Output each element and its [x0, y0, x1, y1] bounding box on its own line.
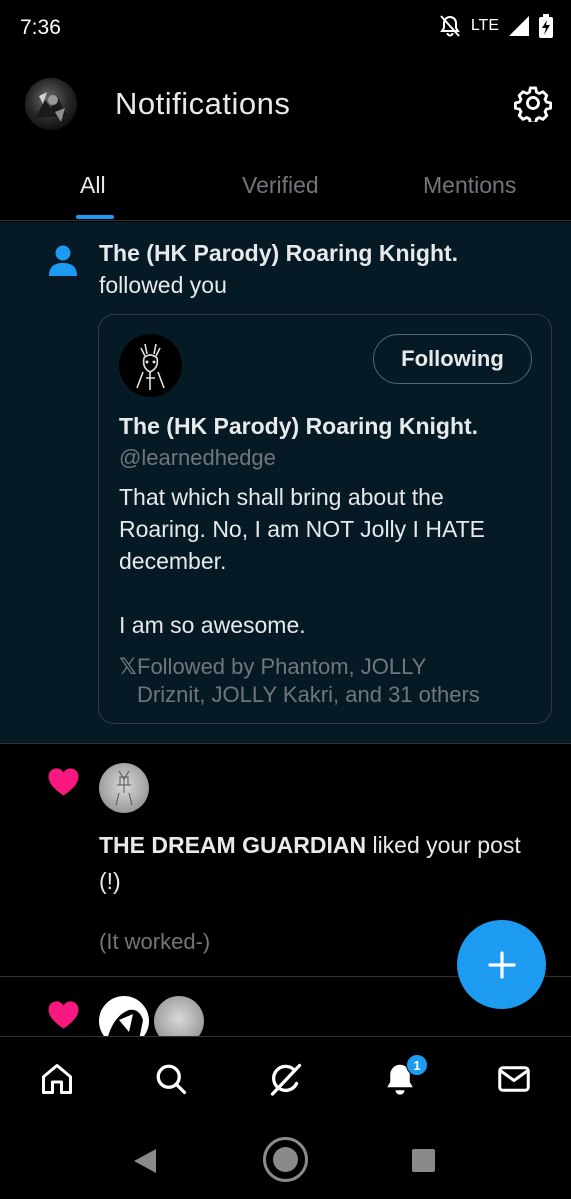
recents-icon[interactable] [412, 1149, 435, 1172]
followed-by-line2: Driznit, JOLLY Kakri, and 31 others [137, 682, 480, 707]
tab-all[interactable]: All [80, 172, 106, 199]
header: Notifications [0, 60, 571, 150]
user-card-avatar[interactable] [119, 334, 182, 397]
back-icon[interactable] [132, 1148, 158, 1174]
nav-grok[interactable] [268, 1061, 304, 1097]
followed-by-summary[interactable]: 𝕏Followed by Phantom, JOLLY Driznit, JOL… [119, 653, 539, 709]
profile-avatar[interactable] [25, 78, 77, 130]
heart-icon [48, 1001, 79, 1029]
home-circle-icon [273, 1147, 298, 1172]
plus-icon [487, 950, 516, 979]
tab-verified[interactable]: Verified [242, 172, 319, 199]
like-action-text: liked your post [366, 832, 521, 858]
active-tab-indicator [76, 215, 114, 219]
avatar-image [136, 343, 165, 390]
heart-icon [48, 768, 79, 796]
search-icon [156, 1064, 187, 1095]
user-card-bio: That which shall bring about the Roaring… [119, 484, 485, 638]
person-icon [49, 245, 77, 276]
compose-button[interactable] [457, 920, 546, 1009]
liker-avatar[interactable] [154, 996, 204, 1036]
gear-icon [514, 86, 552, 125]
screen: 7:36 LTE Notifications All Verified Ment… [0, 0, 571, 1199]
avatar-image [35, 92, 67, 122]
status-bar: 7:36 LTE [0, 0, 571, 60]
status-time: 7:36 [20, 16, 61, 39]
nav-messages[interactable] [496, 1061, 532, 1097]
home-icon [42, 1064, 72, 1094]
user-card-name[interactable]: The (HK Parody) Roaring Knight. [119, 413, 478, 440]
notifications-off-icon [439, 15, 460, 37]
follow-notification[interactable]: The (HK Parody) Roaring Knight. followed… [0, 222, 571, 744]
followed-by-line1: Followed by Phantom, JOLLY [137, 654, 427, 679]
system-nav-bar [0, 1120, 571, 1199]
user-card[interactable]: Following The (HK Parody) Roaring Knight… [98, 314, 552, 724]
signal-icon [509, 16, 529, 36]
grok-icon [270, 1063, 302, 1096]
bottom-nav: 1 [0, 1036, 571, 1120]
messages-icon [498, 1066, 530, 1092]
tab-mentions[interactable]: Mentions [423, 172, 516, 199]
follower-name[interactable]: The (HK Parody) Roaring Knight. [99, 240, 458, 267]
settings-button[interactable] [514, 84, 552, 125]
notification-count-badge: 1 [406, 1054, 428, 1076]
home-system-button[interactable] [263, 1137, 308, 1182]
liker-avatar[interactable] [99, 996, 149, 1036]
following-button[interactable]: Following [373, 334, 532, 384]
liked-post-line2: (It worked-) [99, 929, 211, 954]
liked-post-line1: (!) [99, 868, 121, 894]
like-text: THE DREAM GUARDIAN liked your post (!) [99, 827, 549, 899]
x-logo-icon: 𝕏 [119, 654, 137, 679]
notification-tabs: All Verified Mentions [0, 150, 571, 221]
battery-charging-icon [539, 14, 553, 38]
nav-home[interactable] [39, 1061, 75, 1097]
liker-avatar[interactable] [99, 763, 149, 813]
network-type: LTE [470, 17, 499, 34]
page-title: Notifications [115, 86, 291, 121]
user-card-handle: @learnedhedge [119, 445, 276, 470]
avatar-image [115, 770, 133, 806]
nav-search[interactable] [153, 1061, 189, 1097]
liker-name[interactable]: THE DREAM GUARDIAN [99, 832, 366, 858]
status-icons: LTE [439, 14, 553, 38]
follow-action-text: followed you [99, 272, 227, 298]
avatar-image [108, 1009, 143, 1036]
